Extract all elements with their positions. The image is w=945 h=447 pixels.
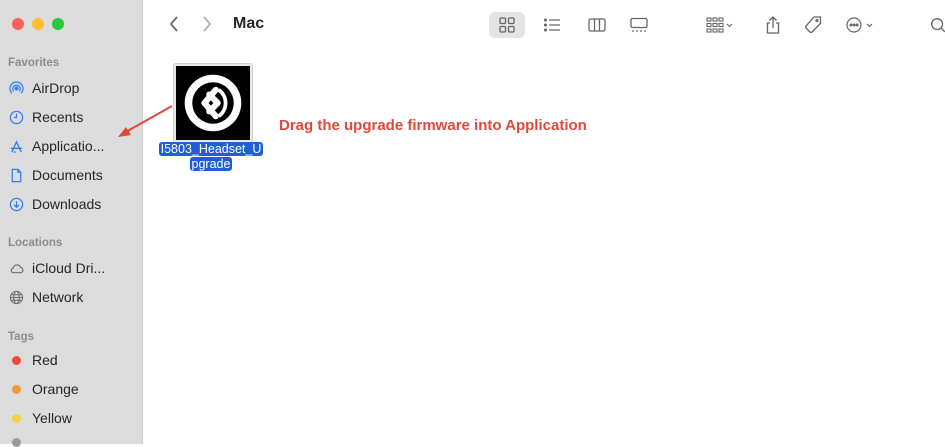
search-icon	[931, 18, 945, 33]
chevron-left-icon	[169, 16, 178, 32]
forward-button[interactable]	[197, 12, 217, 36]
sidebar: Favorites AirDrop Recents Applicatio... …	[0, 0, 143, 447]
columns-icon	[588, 18, 606, 32]
clock-icon	[8, 109, 24, 125]
download-icon	[8, 196, 24, 212]
sidebar-tag-orange[interactable]: Orange	[8, 376, 138, 402]
zoom-window-button[interactable]	[52, 18, 64, 30]
sidebar-item-documents[interactable]: Documents	[8, 162, 138, 188]
share-button[interactable]	[761, 12, 785, 38]
sidebar-item-label: iCloud Dri...	[32, 260, 106, 276]
network-icon	[8, 289, 24, 305]
sidebar-item-label: Yellow	[32, 410, 72, 426]
ellipsis-circle-icon	[846, 17, 873, 33]
annotation-arrow	[118, 105, 173, 137]
list-icon	[543, 18, 560, 32]
icon-view-button[interactable]	[489, 12, 525, 38]
tag-icon	[804, 16, 822, 34]
sidebar-item-label: Red	[32, 352, 58, 368]
grid-icon	[499, 17, 515, 33]
app-icon	[174, 64, 252, 142]
locations-section-title: Locations	[8, 237, 63, 249]
airdrop-icon	[8, 80, 24, 96]
toolbar: Mac	[143, 0, 945, 50]
back-button[interactable]	[164, 12, 184, 36]
chevron-right-icon	[203, 16, 212, 32]
tag-button[interactable]	[801, 12, 825, 38]
window-title: Mac	[233, 15, 265, 32]
file-name-label: I5803_Headset_U pgrade	[152, 142, 270, 172]
minimize-window-button[interactable]	[32, 18, 44, 30]
file-name-line-2: pgrade	[189, 157, 233, 171]
sidebar-item-label: Orange	[32, 381, 79, 397]
tag-color-dot	[12, 355, 21, 365]
sidebar-item-label: Recents	[32, 109, 84, 125]
tag-color-dot	[12, 438, 21, 447]
more-actions-button[interactable]	[838, 12, 882, 38]
firmware-logo-icon	[184, 74, 242, 132]
tag-color-dot	[12, 384, 21, 394]
sidebar-tag-red[interactable]: Red	[8, 347, 138, 373]
group-by-button[interactable]	[700, 12, 740, 38]
sidebar-item-network[interactable]: Network	[8, 284, 138, 310]
sidebar-item-label: Applicatio...	[32, 138, 105, 154]
tag-color-dot	[12, 413, 21, 423]
sidebar-item-label: Documents	[32, 167, 103, 183]
gallery-icon	[630, 17, 648, 32]
sidebar-item-label: Network	[32, 289, 84, 305]
search-button[interactable]	[929, 12, 945, 38]
sidebar-item-icloud-drive[interactable]: iCloud Dri...	[8, 255, 138, 281]
sidebar-item-downloads[interactable]: Downloads	[8, 191, 138, 217]
sidebar-item-airdrop[interactable]: AirDrop	[8, 75, 138, 101]
instruction-annotation: Drag the upgrade firmware into Applicati…	[279, 117, 587, 134]
sidebar-item-label: AirDrop	[32, 80, 80, 96]
window-controls	[12, 18, 64, 30]
sidebar-tag-yellow[interactable]: Yellow	[8, 405, 138, 431]
applications-icon	[8, 138, 24, 154]
sidebar-item-label: Downloads	[32, 196, 102, 212]
close-window-button[interactable]	[12, 18, 24, 30]
group-icon	[706, 17, 733, 33]
tags-section-title: Tags	[8, 331, 34, 343]
cloud-icon	[8, 260, 24, 276]
column-view-button[interactable]	[583, 12, 611, 38]
share-icon	[766, 16, 780, 34]
list-view-button[interactable]	[538, 12, 566, 38]
favorites-section-title: Favorites	[8, 57, 60, 69]
document-icon	[8, 167, 24, 183]
gallery-view-button[interactable]	[625, 12, 653, 38]
